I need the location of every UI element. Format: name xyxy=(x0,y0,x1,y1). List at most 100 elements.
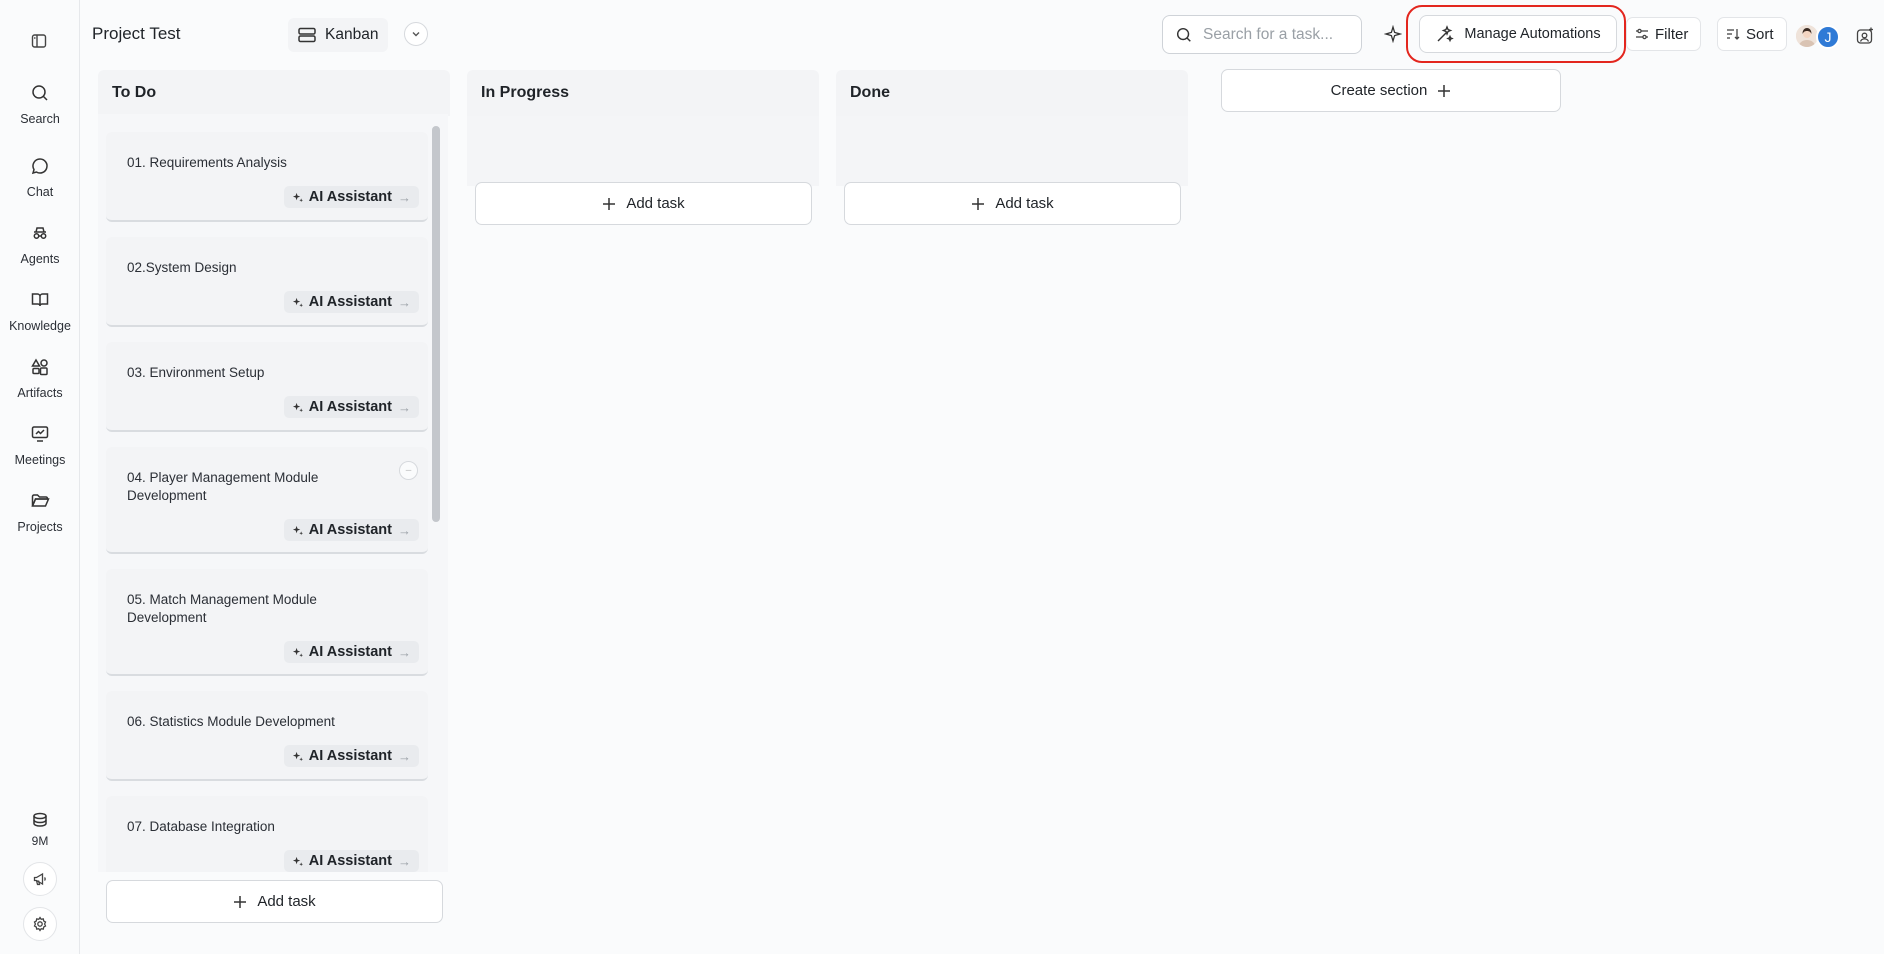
credits-indicator[interactable]: 9M xyxy=(0,810,80,848)
add-task-button[interactable]: Add task xyxy=(475,182,812,225)
column-title: In Progress xyxy=(481,84,570,101)
announcement-button[interactable] xyxy=(23,862,57,896)
sparkle-icon xyxy=(292,751,303,761)
megaphone-icon xyxy=(33,872,46,886)
sidebar-item-search[interactable]: Search xyxy=(0,83,80,126)
task-title: 03. Environment Setup xyxy=(127,365,265,380)
column-drop-area xyxy=(836,116,1188,186)
sidebar-item-label: Meetings xyxy=(14,453,66,467)
sidebar: Search Chat Agents Knowledge Artifacts M… xyxy=(0,0,80,954)
sparkle-icon xyxy=(292,856,303,866)
sidebar-item-meetings[interactable]: Meetings xyxy=(0,424,80,467)
manage-automations-button[interactable]: Manage Automations xyxy=(1419,15,1617,53)
plus-icon xyxy=(972,197,985,210)
sliders-icon xyxy=(1636,28,1648,40)
task-status-circle[interactable]: – xyxy=(399,461,418,480)
sidebar-item-label: Artifacts xyxy=(17,386,63,400)
add-member-button[interactable] xyxy=(1854,25,1876,47)
settings-button[interactable] xyxy=(23,907,57,941)
page-title: Project Test xyxy=(92,24,181,43)
todo-scrollbar[interactable] xyxy=(432,126,440,522)
avatar[interactable] xyxy=(1796,25,1818,47)
column-title: Done xyxy=(850,84,890,101)
credits-value: 9M xyxy=(31,834,49,848)
ai-assistant-label: AI Assistant xyxy=(308,294,392,310)
sort-label: Sort xyxy=(1746,25,1774,43)
arrow-right-icon: → xyxy=(398,294,411,310)
sparkle-icon xyxy=(292,525,303,535)
avatar[interactable]: J xyxy=(1816,25,1840,49)
sidebar-item-artifacts[interactable]: Artifacts xyxy=(0,357,80,400)
arrow-right-icon: → xyxy=(398,644,411,660)
sidebar-item-label: Agents xyxy=(20,252,60,266)
column-drop-area xyxy=(467,116,819,186)
user-photo-icon xyxy=(1796,25,1818,47)
folder-icon xyxy=(31,494,50,507)
task-card[interactable]: 06. Statistics Module Development AI Ass… xyxy=(106,691,428,781)
sidebar-item-knowledge[interactable]: Knowledge xyxy=(0,290,80,333)
ai-assistant-label: AI Assistant xyxy=(308,644,392,660)
column-header-done: Done xyxy=(836,70,1188,116)
ai-assistant-chip[interactable]: AI Assistant → xyxy=(283,519,419,541)
chevron-down-icon xyxy=(412,32,420,37)
column-header-todo: To Do xyxy=(98,70,450,116)
task-title: 04. Player Management Module Development xyxy=(127,470,319,503)
ai-assistant-chip[interactable]: AI Assistant → xyxy=(283,186,419,208)
ai-assistant-chip[interactable]: AI Assistant → xyxy=(283,850,419,872)
agents-icon xyxy=(33,227,47,239)
ai-assistant-chip[interactable]: AI Assistant → xyxy=(283,745,419,767)
add-task-label: Add task xyxy=(995,195,1054,212)
sparkle-icon xyxy=(292,192,303,202)
task-card[interactable]: 02.System Design AI Assistant → xyxy=(106,237,428,327)
filter-label: Filter xyxy=(1655,25,1689,43)
gear-icon xyxy=(33,916,47,932)
plus-icon xyxy=(1438,84,1451,97)
ai-sparkle-button[interactable] xyxy=(1382,23,1404,45)
sidebar-item-label: Knowledge xyxy=(9,319,71,333)
create-section-button[interactable]: Create section xyxy=(1221,69,1561,112)
ai-assistant-chip[interactable]: AI Assistant → xyxy=(283,291,419,313)
task-card[interactable]: 03. Environment Setup AI Assistant → xyxy=(106,342,428,432)
ai-assistant-chip[interactable]: AI Assistant → xyxy=(283,396,419,418)
kanban-icon xyxy=(298,27,316,43)
magic-wand-icon xyxy=(1437,25,1455,43)
task-title: 05. Match Management Module Development xyxy=(127,592,317,625)
arrow-right-icon: → xyxy=(398,189,411,205)
sort-button[interactable]: Sort xyxy=(1717,17,1787,51)
filter-button[interactable]: Filter xyxy=(1626,17,1702,51)
plus-icon xyxy=(234,895,247,908)
task-card[interactable]: 01. Requirements Analysis AI Assistant → xyxy=(106,132,428,222)
column-header-in-progress: In Progress xyxy=(467,70,819,116)
search-input[interactable] xyxy=(1203,25,1353,44)
sidebar-toggle-icon[interactable] xyxy=(28,30,50,52)
shapes-icon xyxy=(31,358,48,376)
task-card[interactable]: 07. Database Integration AI Assistant → xyxy=(106,796,428,872)
sidebar-item-projects[interactable]: Projects xyxy=(0,491,80,534)
sparkle-icon xyxy=(292,297,303,307)
arrow-right-icon: → xyxy=(398,853,411,869)
arrow-right-icon: → xyxy=(398,399,411,415)
task-title: 01. Requirements Analysis xyxy=(127,155,287,170)
sidebar-item-chat[interactable]: Chat xyxy=(0,156,80,199)
sidebar-item-agents[interactable]: Agents xyxy=(0,223,80,266)
add-task-button[interactable]: Add task xyxy=(106,880,443,923)
ai-assistant-label: AI Assistant xyxy=(308,522,392,538)
task-title: 07. Database Integration xyxy=(127,819,275,834)
view-switcher-button[interactable]: Kanban xyxy=(288,18,389,52)
ai-assistant-chip[interactable]: AI Assistant → xyxy=(283,641,419,663)
todo-task-list[interactable]: 01. Requirements Analysis AI Assistant →… xyxy=(98,114,448,872)
sparkle-icon xyxy=(292,647,303,657)
task-search[interactable] xyxy=(1162,15,1362,54)
ai-assistant-label: AI Assistant xyxy=(308,189,392,205)
task-card[interactable]: 05. Match Management Module Development … xyxy=(106,569,428,676)
book-icon xyxy=(31,293,49,307)
arrow-right-icon: → xyxy=(398,522,411,538)
task-card[interactable]: 04. Player Management Module Development… xyxy=(106,447,428,554)
arrow-right-icon: → xyxy=(398,748,411,764)
ai-assistant-label: AI Assistant xyxy=(308,399,392,415)
add-task-button[interactable]: Add task xyxy=(844,182,1181,225)
coins-icon xyxy=(33,812,47,827)
view-dropdown-toggle[interactable] xyxy=(404,22,428,46)
manage-automations-label: Manage Automations xyxy=(1464,26,1601,42)
column-title: To Do xyxy=(112,84,157,101)
